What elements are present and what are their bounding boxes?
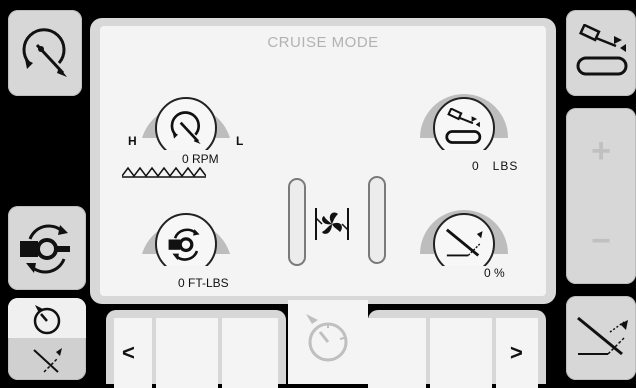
gauge-area: CRUISE MODE H L 0 RPM 0 LBS 0 FT-LBS 0 % <box>100 26 546 296</box>
blade-small-icon <box>33 348 62 373</box>
left-level-bar <box>288 178 306 266</box>
blade-speed-icon <box>577 316 628 356</box>
nav-slot-4[interactable] <box>430 318 492 388</box>
torque-joint-icon <box>20 224 70 274</box>
bottom-nav-right: > <box>368 310 546 388</box>
rpm-wave-indicator <box>122 166 206 178</box>
blade-speed-icon <box>445 228 483 257</box>
next-button[interactable]: > <box>496 318 538 388</box>
next-label: > <box>510 340 523 365</box>
bottom-nav-left: < <box>106 310 286 388</box>
main-panel: CRUISE MODE H L 0 RPM 0 LBS 0 FT-LBS 0 % <box>90 18 556 304</box>
fan-coupling-icon <box>315 208 349 240</box>
torque-gauge[interactable] <box>128 186 244 275</box>
rpm-value: 0 RPM <box>182 152 219 166</box>
prev-button[interactable]: < <box>114 318 152 388</box>
nav-slot-1[interactable] <box>156 318 218 388</box>
percent-value: 0 % <box>484 266 505 280</box>
nav-slot-2[interactable] <box>222 318 278 388</box>
conveyor-sensor-icon <box>576 24 628 76</box>
speedometer-icon <box>306 314 348 362</box>
rpm-gauge[interactable]: H L <box>128 70 244 159</box>
right-level-bar <box>368 176 386 264</box>
rpm-high-label: H <box>128 134 137 148</box>
speedometer-small-icon <box>33 305 61 335</box>
nav-slot-3[interactable] <box>368 318 426 388</box>
rotation-tool-icon <box>22 28 67 77</box>
conveyor-mode-button[interactable] <box>566 10 636 96</box>
rotation-tool-icon <box>170 111 201 144</box>
rotation-mode-button[interactable] <box>8 10 82 96</box>
rpm-low-label: L <box>236 134 244 148</box>
torque-mode-button[interactable] <box>8 206 86 290</box>
increase-button[interactable]: + <box>571 132 631 171</box>
torque-joint-icon <box>168 228 200 261</box>
conveyor-sensor-icon <box>445 108 482 144</box>
speed-display-button[interactable] <box>8 298 86 380</box>
mode-title: CRUISE MODE <box>267 34 379 51</box>
center-speed-area[interactable] <box>288 300 368 384</box>
percent-gauge[interactable] <box>414 186 514 275</box>
decrease-button[interactable]: − <box>571 222 631 261</box>
load-gauge[interactable] <box>414 70 514 159</box>
torque-value: 0 FT-LBS <box>178 276 229 290</box>
load-value: 0 LBS <box>472 159 519 173</box>
adjust-buttons: + − <box>566 108 636 284</box>
blade-mode-button[interactable] <box>566 296 636 380</box>
prev-label: < <box>122 340 135 365</box>
